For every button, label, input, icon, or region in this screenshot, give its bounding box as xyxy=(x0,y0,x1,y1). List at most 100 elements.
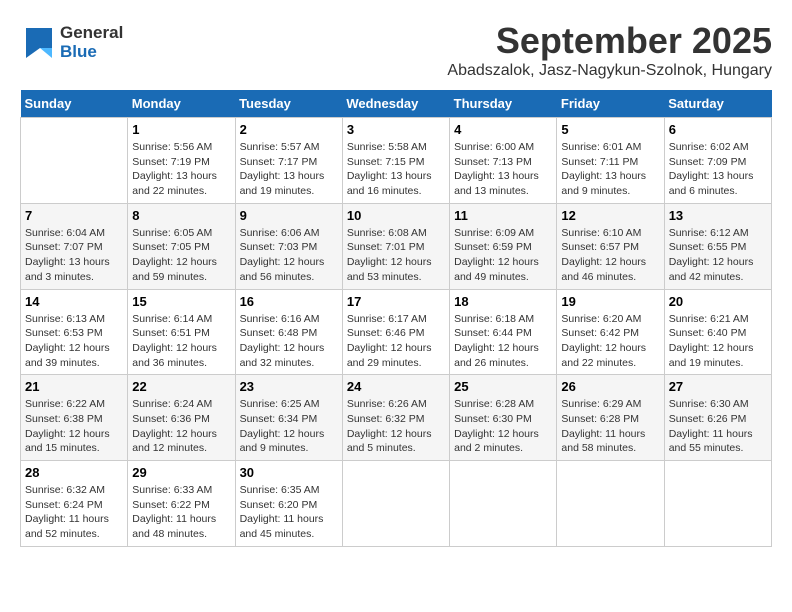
calendar-day-cell: 29 Sunrise: 6:33 AM Sunset: 6:22 PM Dayli… xyxy=(128,461,235,547)
calendar-header-cell: Wednesday xyxy=(342,90,449,118)
location-subtitle: Abadszalok, Jasz-Nagykun-Szolnok, Hungar… xyxy=(447,62,772,80)
calendar-day-cell: 26Sunrise: 6:29 AM Sunset: 6:28 PM Dayli… xyxy=(557,375,664,461)
day-info: Sunrise: 6:10 AM Sunset: 6:57 PM Dayligh… xyxy=(561,226,659,285)
calendar-day-cell xyxy=(557,461,664,547)
day-number: 7 xyxy=(25,208,123,223)
calendar-day-cell: 12 Sunrise: 6:10 AM Sunset: 6:57 PM Dayli… xyxy=(557,203,664,289)
day-number: 1 xyxy=(132,122,230,137)
calendar-header-row: SundayMondayTuesdayWednesdayThursdayFrid… xyxy=(21,90,772,118)
day-number: 12 xyxy=(561,208,659,223)
day-number: 30 xyxy=(240,465,338,480)
calendar-day-cell: 1 Sunrise: 5:56 AM Sunset: 7:19 PM Daylig… xyxy=(128,118,235,204)
day-number: 13 xyxy=(669,208,767,223)
day-info: Sunrise: 6:00 AM Sunset: 7:13 PM Dayligh… xyxy=(454,140,552,199)
calendar-week-row: 21Sunrise: 6:22 AM Sunset: 6:38 PM Dayli… xyxy=(21,375,772,461)
day-number: 9 xyxy=(240,208,338,223)
calendar-header-cell: Sunday xyxy=(21,90,128,118)
calendar-header-cell: Tuesday xyxy=(235,90,342,118)
calendar-day-cell: 14Sunrise: 6:13 AM Sunset: 6:53 PM Dayli… xyxy=(21,289,128,375)
day-info: Sunrise: 6:30 AM Sunset: 6:26 PM Dayligh… xyxy=(669,397,767,456)
day-info: Sunrise: 6:16 AM Sunset: 6:48 PM Dayligh… xyxy=(240,312,338,371)
day-info: Sunrise: 6:35 AM Sunset: 6:20 PM Dayligh… xyxy=(240,483,338,542)
calendar-day-cell: 24Sunrise: 6:26 AM Sunset: 6:32 PM Dayli… xyxy=(342,375,449,461)
day-number: 20 xyxy=(669,294,767,309)
calendar-header-cell: Monday xyxy=(128,90,235,118)
day-number: 28 xyxy=(25,465,123,480)
calendar-day-cell: 30 Sunrise: 6:35 AM Sunset: 6:20 PM Dayli… xyxy=(235,461,342,547)
calendar-day-cell: 16 Sunrise: 6:16 AM Sunset: 6:48 PM Dayli… xyxy=(235,289,342,375)
day-number: 17 xyxy=(347,294,445,309)
calendar-day-cell: 17 Sunrise: 6:17 AM Sunset: 6:46 PM Dayli… xyxy=(342,289,449,375)
logo-general-text: General xyxy=(60,24,123,43)
day-info: Sunrise: 6:06 AM Sunset: 7:03 PM Dayligh… xyxy=(240,226,338,285)
calendar-table: SundayMondayTuesdayWednesdayThursdayFrid… xyxy=(20,90,772,547)
calendar-day-cell: 3 Sunrise: 5:58 AM Sunset: 7:15 PM Daylig… xyxy=(342,118,449,204)
calendar-day-cell: 23 Sunrise: 6:25 AM Sunset: 6:34 PM Dayli… xyxy=(235,375,342,461)
calendar-day-cell: 11Sunrise: 6:09 AM Sunset: 6:59 PM Dayli… xyxy=(450,203,557,289)
calendar-day-cell: 4 Sunrise: 6:00 AM Sunset: 7:13 PM Daylig… xyxy=(450,118,557,204)
calendar-day-cell xyxy=(450,461,557,547)
day-info: Sunrise: 6:33 AM Sunset: 6:22 PM Dayligh… xyxy=(132,483,230,542)
day-info: Sunrise: 6:12 AM Sunset: 6:55 PM Dayligh… xyxy=(669,226,767,285)
day-info: Sunrise: 6:02 AM Sunset: 7:09 PM Dayligh… xyxy=(669,140,767,199)
calendar-day-cell: 2 Sunrise: 5:57 AM Sunset: 7:17 PM Daylig… xyxy=(235,118,342,204)
calendar-day-cell xyxy=(664,461,771,547)
day-info: Sunrise: 6:08 AM Sunset: 7:01 PM Dayligh… xyxy=(347,226,445,285)
day-number: 3 xyxy=(347,122,445,137)
calendar-week-row: 28 Sunrise: 6:32 AM Sunset: 6:24 PM Dayli… xyxy=(21,461,772,547)
day-info: Sunrise: 6:13 AM Sunset: 6:53 PM Dayligh… xyxy=(25,312,123,371)
calendar-day-cell: 8Sunrise: 6:05 AM Sunset: 7:05 PM Daylig… xyxy=(128,203,235,289)
calendar-day-cell: 9 Sunrise: 6:06 AM Sunset: 7:03 PM Daylig… xyxy=(235,203,342,289)
day-info: Sunrise: 6:22 AM Sunset: 6:38 PM Dayligh… xyxy=(25,397,123,456)
day-number: 5 xyxy=(561,122,659,137)
calendar-day-cell: 6Sunrise: 6:02 AM Sunset: 7:09 PM Daylig… xyxy=(664,118,771,204)
calendar-header-cell: Friday xyxy=(557,90,664,118)
day-info: Sunrise: 6:17 AM Sunset: 6:46 PM Dayligh… xyxy=(347,312,445,371)
day-number: 26 xyxy=(561,379,659,394)
day-info: Sunrise: 6:32 AM Sunset: 6:24 PM Dayligh… xyxy=(25,483,123,542)
calendar-day-cell: 18 Sunrise: 6:18 AM Sunset: 6:44 PM Dayli… xyxy=(450,289,557,375)
day-number: 16 xyxy=(240,294,338,309)
header: General Blue September 2025 Abadszalok, … xyxy=(20,20,772,80)
day-info: Sunrise: 6:28 AM Sunset: 6:30 PM Dayligh… xyxy=(454,397,552,456)
day-info: Sunrise: 6:20 AM Sunset: 6:42 PM Dayligh… xyxy=(561,312,659,371)
calendar-day-cell: 20Sunrise: 6:21 AM Sunset: 6:40 PM Dayli… xyxy=(664,289,771,375)
day-number: 23 xyxy=(240,379,338,394)
day-info: Sunrise: 6:25 AM Sunset: 6:34 PM Dayligh… xyxy=(240,397,338,456)
day-info: Sunrise: 5:58 AM Sunset: 7:15 PM Dayligh… xyxy=(347,140,445,199)
day-number: 27 xyxy=(669,379,767,394)
day-number: 15 xyxy=(132,294,230,309)
calendar-body: 1 Sunrise: 5:56 AM Sunset: 7:19 PM Daylig… xyxy=(21,118,772,547)
day-info: Sunrise: 6:24 AM Sunset: 6:36 PM Dayligh… xyxy=(132,397,230,456)
calendar-day-cell: 13 Sunrise: 6:12 AM Sunset: 6:55 PM Dayli… xyxy=(664,203,771,289)
calendar-day-cell: 25Sunrise: 6:28 AM Sunset: 6:30 PM Dayli… xyxy=(450,375,557,461)
calendar-day-cell: 15 Sunrise: 6:14 AM Sunset: 6:51 PM Dayli… xyxy=(128,289,235,375)
day-info: Sunrise: 6:05 AM Sunset: 7:05 PM Dayligh… xyxy=(132,226,230,285)
calendar-day-cell: 28 Sunrise: 6:32 AM Sunset: 6:24 PM Dayli… xyxy=(21,461,128,547)
day-info: Sunrise: 6:04 AM Sunset: 7:07 PM Dayligh… xyxy=(25,226,123,285)
day-info: Sunrise: 5:56 AM Sunset: 7:19 PM Dayligh… xyxy=(132,140,230,199)
calendar-day-cell xyxy=(21,118,128,204)
logo: General Blue xyxy=(20,20,123,65)
logo-blue-text: Blue xyxy=(60,43,123,62)
calendar-week-row: 7 Sunrise: 6:04 AM Sunset: 7:07 PM Daylig… xyxy=(21,203,772,289)
calendar-day-cell: 5Sunrise: 6:01 AM Sunset: 7:11 PM Daylig… xyxy=(557,118,664,204)
calendar-day-cell: 27 Sunrise: 6:30 AM Sunset: 6:26 PM Dayli… xyxy=(664,375,771,461)
day-number: 2 xyxy=(240,122,338,137)
calendar-day-cell: 22 Sunrise: 6:24 AM Sunset: 6:36 PM Dayli… xyxy=(128,375,235,461)
month-title: September 2025 xyxy=(447,20,772,62)
day-info: Sunrise: 5:57 AM Sunset: 7:17 PM Dayligh… xyxy=(240,140,338,199)
day-number: 4 xyxy=(454,122,552,137)
title-area: September 2025 Abadszalok, Jasz-Nagykun-… xyxy=(447,20,772,80)
day-number: 29 xyxy=(132,465,230,480)
day-number: 18 xyxy=(454,294,552,309)
calendar-day-cell: 7 Sunrise: 6:04 AM Sunset: 7:07 PM Daylig… xyxy=(21,203,128,289)
day-info: Sunrise: 6:09 AM Sunset: 6:59 PM Dayligh… xyxy=(454,226,552,285)
day-info: Sunrise: 6:14 AM Sunset: 6:51 PM Dayligh… xyxy=(132,312,230,371)
calendar-day-cell: 21Sunrise: 6:22 AM Sunset: 6:38 PM Dayli… xyxy=(21,375,128,461)
logo-icon xyxy=(20,20,58,65)
day-info: Sunrise: 6:18 AM Sunset: 6:44 PM Dayligh… xyxy=(454,312,552,371)
calendar-week-row: 14Sunrise: 6:13 AM Sunset: 6:53 PM Dayli… xyxy=(21,289,772,375)
day-number: 24 xyxy=(347,379,445,394)
day-number: 22 xyxy=(132,379,230,394)
